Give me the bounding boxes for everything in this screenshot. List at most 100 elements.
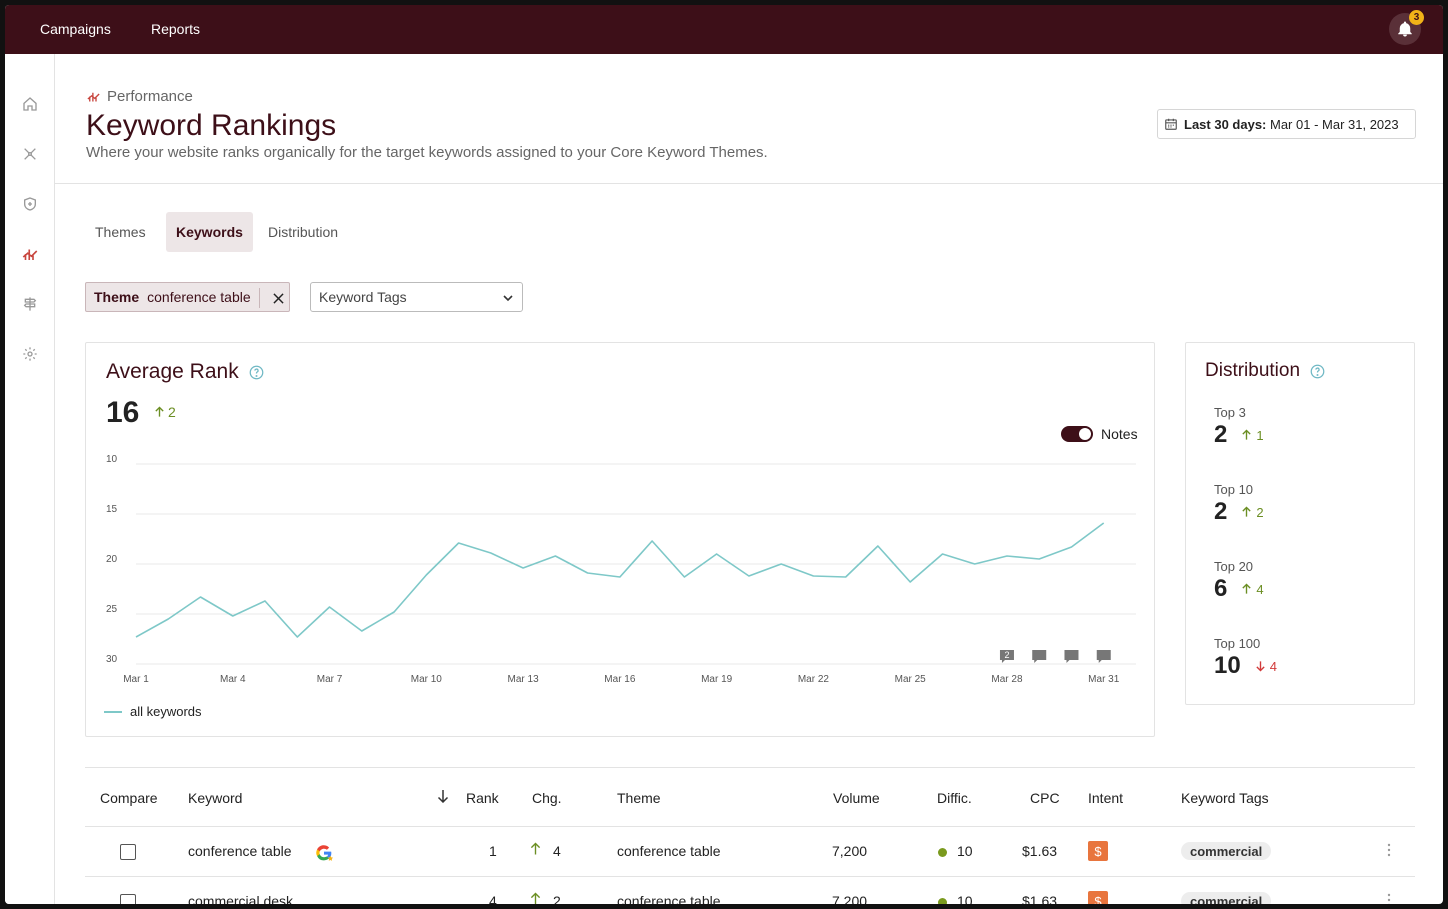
- intent-commercial-badge: $: [1088, 841, 1108, 861]
- top-bar: Campaigns Reports 3: [5, 5, 1443, 54]
- rank-cell: 1: [489, 843, 497, 859]
- distribution-value: 2: [1214, 498, 1228, 525]
- y-tick-label: 30: [106, 654, 118, 665]
- arrow-up-icon: [1242, 506, 1252, 517]
- series-line-all-keywords: [135, 522, 1105, 638]
- help-icon[interactable]: [249, 365, 264, 380]
- sort-arrow-down-icon[interactable]: [437, 789, 449, 806]
- distribution-change-value: 1: [1256, 427, 1264, 443]
- note-marker-icon: [1096, 650, 1111, 663]
- arrow-up-icon: [155, 406, 164, 417]
- volume-cell: 7,200: [832, 893, 868, 904]
- table-row: conference table 1 4 conference table 7,…: [85, 827, 1415, 877]
- arrow-up-icon: [530, 842, 541, 859]
- notes-switch[interactable]: [1061, 426, 1093, 442]
- col-intent[interactable]: Intent: [1088, 790, 1123, 806]
- x-tick-label: Mar 7: [317, 674, 343, 685]
- distribution-label: Top 3: [1214, 405, 1246, 420]
- arrow-up-icon: [1242, 429, 1252, 440]
- distribution-value: 10: [1214, 652, 1241, 679]
- nav-reports[interactable]: Reports: [151, 21, 200, 37]
- distribution-change: 4: [1241, 581, 1264, 597]
- distribution-change: 1: [1241, 427, 1264, 443]
- difficulty-dot: [938, 847, 947, 857]
- close-icon: [272, 292, 284, 304]
- performance-icon[interactable]: [20, 244, 40, 264]
- signpost-icon[interactable]: [20, 294, 40, 314]
- notes-label: Notes: [1101, 426, 1138, 442]
- row-menu-icon[interactable]: [1387, 843, 1391, 862]
- row-menu-icon[interactable]: [1387, 893, 1391, 904]
- col-keyword[interactable]: Keyword: [188, 790, 242, 806]
- average-rank-change-value: 2: [168, 404, 176, 420]
- tab-keywords[interactable]: Keywords: [166, 212, 253, 252]
- keyword-tags-select[interactable]: Keyword Tags: [310, 282, 523, 312]
- x-tick-label: Mar 19: [701, 674, 733, 685]
- x-tick-label: Mar 10: [411, 674, 443, 685]
- distribution-item: Top 10 2 2: [1214, 482, 1264, 526]
- tab-themes[interactable]: Themes: [85, 212, 156, 252]
- chevron-down-icon: [503, 295, 513, 302]
- y-tick-label: 15: [106, 504, 118, 515]
- table-header: Compare Keyword Rank Chg. Theme Volume D…: [85, 767, 1415, 827]
- average-rank-value: 16: [106, 396, 140, 429]
- legend-swatch: [104, 710, 122, 713]
- app-window: Campaigns Reports 3 Performance Keyword …: [5, 5, 1443, 904]
- col-volume[interactable]: Volume: [833, 790, 880, 806]
- col-diffic[interactable]: Diffic.: [937, 790, 972, 806]
- arrow-up-icon: [1242, 583, 1252, 594]
- help-icon[interactable]: [1310, 364, 1325, 379]
- col-cpc[interactable]: CPC: [1030, 790, 1060, 806]
- tab-distribution[interactable]: Distribution: [258, 212, 348, 252]
- date-range-picker[interactable]: Last 30 days: Mar 01 - Mar 31, 2023: [1157, 109, 1416, 139]
- distribution-item: Top 100 10 4: [1214, 636, 1277, 680]
- nav-campaigns[interactable]: Campaigns: [40, 21, 111, 37]
- gear-icon[interactable]: [20, 344, 40, 364]
- x-tick-label: Mar 31: [1088, 674, 1120, 685]
- x-tick-label: Mar 13: [508, 674, 540, 685]
- page-subtitle: Where your website ranks organically for…: [86, 144, 768, 161]
- average-rank-title: Average Rank: [106, 360, 239, 383]
- difficulty-dot: [938, 897, 947, 904]
- average-rank-change: 2: [154, 404, 176, 420]
- col-chg[interactable]: Chg.: [532, 790, 562, 806]
- x-tick-label: Mar 1: [123, 674, 149, 685]
- remove-theme-filter-button[interactable]: [266, 283, 290, 313]
- distribution-label: Top 20: [1214, 559, 1254, 574]
- col-keyword-tags[interactable]: Keyword Tags: [1181, 790, 1269, 806]
- diffic-value: 10: [957, 843, 973, 859]
- distribution-title: Distribution: [1205, 360, 1301, 381]
- date-range-value: Mar 01 - Mar 31, 2023: [1270, 116, 1399, 132]
- table-row: commercial desk 4 2 conference table 7,2…: [85, 877, 1415, 904]
- compare-checkbox[interactable]: [120, 844, 136, 860]
- keyword-cell[interactable]: commercial desk: [188, 893, 293, 904]
- arrow-down-icon: [1256, 661, 1265, 672]
- note-marker-count: 2: [1004, 650, 1009, 660]
- rank-cell: 4: [489, 893, 497, 904]
- distribution-change: 4: [1255, 659, 1277, 674]
- theme-cell: conference table: [617, 843, 721, 859]
- note-marker-icon: [1064, 650, 1079, 663]
- page-header: Performance Keyword Rankings Where your …: [55, 54, 1443, 184]
- left-rail: [5, 54, 55, 904]
- chip-divider: [259, 288, 260, 308]
- col-theme[interactable]: Theme: [617, 790, 661, 806]
- home-icon[interactable]: [20, 94, 40, 114]
- col-rank[interactable]: Rank: [466, 790, 499, 806]
- diffic-cell: 10: [938, 893, 973, 904]
- distribution-change-value: 4: [1256, 581, 1264, 597]
- shield-icon[interactable]: [20, 194, 40, 214]
- compare-checkbox[interactable]: [120, 894, 136, 904]
- y-tick-label: 25: [106, 604, 118, 615]
- keyword-tag[interactable]: commercial: [1181, 842, 1272, 860]
- keyword-tag[interactable]: commercial: [1181, 892, 1272, 904]
- date-range-label: Last 30 days:: [1184, 116, 1267, 132]
- diffic-cell: 10: [938, 843, 973, 859]
- cpc-cell: $1.63: [1022, 843, 1058, 859]
- volume-cell: 7,200: [832, 843, 868, 859]
- tools-icon[interactable]: [20, 144, 40, 164]
- x-tick-label: Mar 22: [798, 674, 830, 685]
- distribution-item: Top 32 1: [1214, 405, 1264, 449]
- notes-toggle[interactable]: Notes: [1061, 426, 1138, 442]
- keyword-cell[interactable]: conference table: [188, 843, 292, 859]
